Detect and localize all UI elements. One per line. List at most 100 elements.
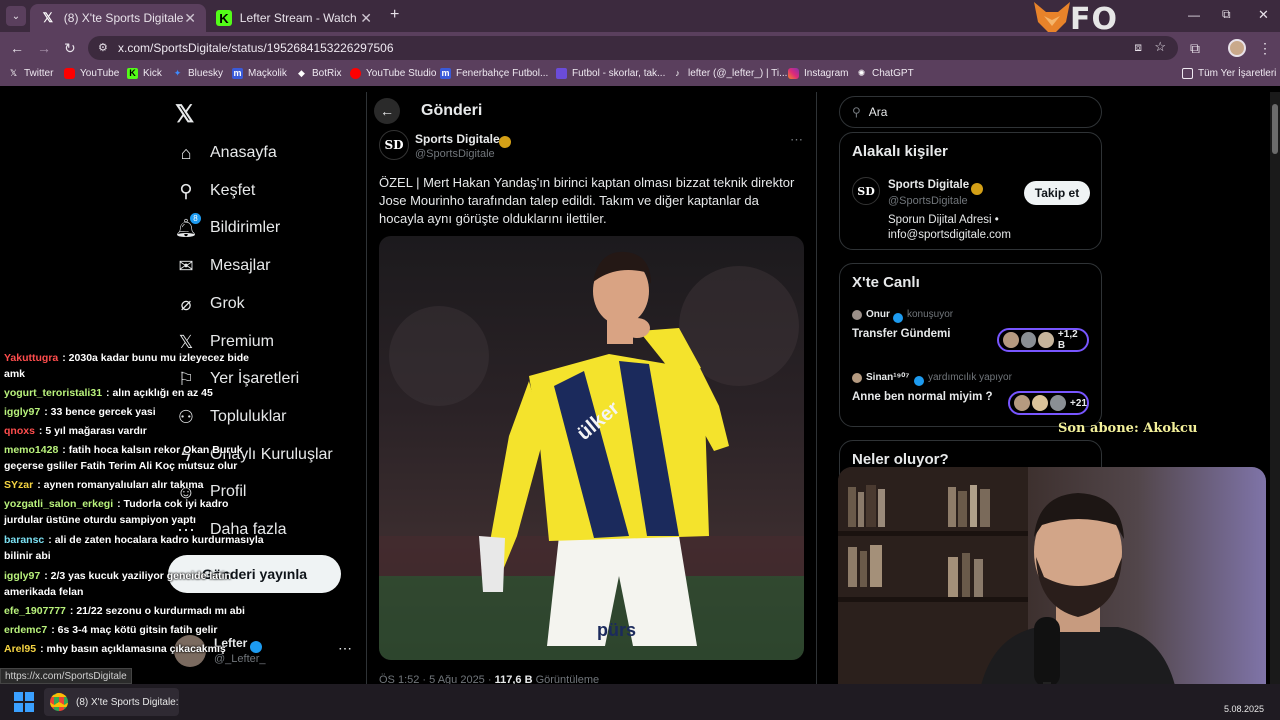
back-icon[interactable]: ← [10, 40, 24, 56]
taskbar-chrome-app[interactable]: (8) X'te Sports Digitale: [44, 688, 179, 716]
x-logo-icon[interactable]: 𝕏 [175, 100, 194, 129]
bookmark-fenerbahce[interactable]: m Fenerbahçe Futbol... [440, 68, 548, 79]
post-time[interactable]: ÖS 1:52 · 5 Ağu 2025 · [379, 674, 492, 684]
all-bookmarks[interactable]: Tüm Yer İşaretleri [1182, 68, 1276, 79]
chat-username[interactable]: iggly97 [4, 570, 40, 582]
bookmark-instagram[interactable]: Instagram [788, 68, 848, 79]
card-title: Alakalı kişiler [852, 143, 948, 160]
avatar[interactable]: SD [852, 177, 880, 205]
fenerbahce-icon: m [440, 68, 451, 79]
avatar [1014, 395, 1030, 411]
avatar [1003, 332, 1019, 348]
profile-avatar[interactable] [1228, 39, 1246, 57]
site-info-icon[interactable]: ⚙ [98, 41, 108, 54]
live-space-1[interactable]: Onur konuşuyor Transfer Gündemi +1,2 B [840, 306, 1101, 356]
chat-username[interactable]: yozgatli_salon_erkegi [4, 498, 113, 510]
search-icon: ⚲ [852, 105, 861, 119]
bookmark-bluesky[interactable]: ✦ Bluesky [172, 68, 223, 79]
post-image[interactable]: ülker pürs [379, 236, 804, 660]
nav-home[interactable]: ⌂ Anasayfa [175, 135, 277, 171]
reload-icon[interactable]: ↻ [64, 40, 76, 57]
extensions-icon[interactable]: ⧉ [1190, 40, 1200, 57]
nav-messages[interactable]: ✉ Mesajlar [175, 248, 270, 284]
new-tab-button[interactable]: + [390, 6, 399, 24]
related-people-card: Alakalı kişiler SD Sports Digitale @Spor… [839, 132, 1102, 250]
bookmark-kick[interactable]: K Kick [127, 68, 162, 79]
verified-badge-icon [250, 640, 262, 653]
minimize-button[interactable]: — [1188, 8, 1200, 22]
windows-start-icon[interactable] [14, 692, 34, 712]
search-icon: ⚲ [179, 180, 193, 201]
bookmark-tiktok[interactable]: ♪ lefter (@_lefter_) | Ti... [672, 68, 787, 79]
chat-username[interactable]: efe_1907777 [4, 605, 66, 617]
chat-username[interactable]: Yakuttugra [4, 352, 58, 364]
page-title: Gönderi [421, 102, 483, 119]
forward-icon[interactable]: → [37, 40, 51, 56]
post-author-handle[interactable]: @SportsDigitale [415, 148, 495, 160]
bookmark-youtube[interactable]: YouTube [64, 68, 119, 79]
clock-date[interactable]: 5.08.2025 [1224, 704, 1264, 714]
close-icon[interactable]: ✕ [184, 10, 196, 27]
nav-grok[interactable]: ⌀ Grok [175, 286, 245, 322]
tab-x-post[interactable]: 𝕏 (8) X'te Sports Digitale: "ÖZEL | ✕ [30, 4, 206, 32]
follow-button[interactable]: Takip et [1024, 181, 1090, 205]
chat-username[interactable]: qnoxs [4, 425, 35, 437]
scrollbar-thumb[interactable] [1272, 104, 1278, 154]
post-author-name[interactable]: Sports Digitale [415, 132, 500, 146]
notification-badge: 8 [190, 213, 201, 224]
status-url: https://x.com/SportsDigitale [0, 668, 132, 684]
bookmark-twitter[interactable]: 𝕏 Twitter [8, 68, 54, 79]
taskbar: (8) X'te Sports Digitale: 5.08.2025 [0, 684, 1280, 720]
card-title: Neler oluyor? [852, 451, 949, 468]
back-arrow-icon[interactable]: ← [374, 98, 400, 124]
chat-text: amk [4, 368, 26, 380]
close-icon[interactable]: ✕ [360, 10, 372, 27]
window-close-button[interactable]: ✕ [1258, 7, 1269, 23]
youtube-studio-icon [350, 68, 361, 79]
scrollbar[interactable] [1270, 92, 1280, 684]
bookmark-botrix[interactable]: ◆ BotRix [296, 68, 341, 79]
avatar [1050, 395, 1066, 411]
youtube-icon [64, 68, 75, 79]
chat-message: efe_1907777: 21/22 sezonu o kurdurmadı m… [4, 605, 245, 617]
related-handle: @SportsDigitale [888, 195, 968, 207]
chat-username[interactable]: yogurt_teroristali31 [4, 387, 102, 399]
menu-kebab-icon[interactable]: ⋮ [1258, 40, 1272, 57]
nav-notifications[interactable]: 🔔︎ 8 Bildirimler [175, 210, 280, 246]
chat-username[interactable]: Arel95 [4, 643, 36, 655]
bookmark-futbol-skorlar[interactable]: Futbol - skorlar, tak... [556, 68, 665, 79]
communities-icon: ⚇ [177, 406, 195, 427]
bookmark-star-icon[interactable]: ☆ [1154, 39, 1166, 55]
maximize-button[interactable]: ⧉ [1222, 7, 1231, 22]
nav-explore[interactable]: ⚲ Keşfet [175, 173, 255, 209]
tab-kick-stream[interactable]: K Lefter Stream - Watch Live on K ✕ [206, 4, 382, 32]
url-bar[interactable]: ⚙ x.com/SportsDigitale/status/1952684153… [88, 36, 1178, 60]
nav-communities[interactable]: ⚇ Topluluklar [175, 399, 287, 435]
related-name[interactable]: Sports Digitale [888, 179, 969, 191]
post-author-avatar[interactable]: SD [379, 130, 409, 160]
chat-text: jurdular üstüne oturdu sampiyon yaptı [4, 514, 196, 526]
more-icon[interactable]: ⋯ [338, 640, 352, 657]
chat-text: : fatih hoca kalsın rekor Okan Buruk [62, 444, 243, 456]
chat-username[interactable]: erdemc7 [4, 624, 47, 636]
post-more-icon[interactable]: ⋯ [790, 132, 803, 148]
last-subscriber-label: Son abone: Akokcu [1058, 421, 1198, 436]
bell-icon: 🔔︎ 8 [175, 213, 201, 239]
mail-icon: ✉ [178, 255, 194, 276]
avatar [852, 373, 862, 383]
chat-message: qnoxs: 5 yıl mağarası vardır [4, 425, 147, 437]
search-input[interactable]: ⚲ Ara [839, 96, 1102, 128]
live-space-2[interactable]: Sinan¹⁹⁰⁷ yardımcılık yapıyor Anne ben n… [840, 369, 1101, 419]
tab-search-button[interactable]: ⌄ [6, 6, 26, 26]
bookmark-youtube-studio[interactable]: YouTube Studio [350, 68, 436, 79]
chat-username[interactable]: baransc [4, 534, 44, 546]
bookmark-mackolik[interactable]: m Maçkolik [232, 68, 287, 79]
chat-message: baransc: ali de zaten hocalara kadro kur… [4, 534, 264, 546]
chat-username[interactable]: memo1428 [4, 444, 58, 456]
install-app-icon[interactable]: ⧈ [1134, 40, 1142, 55]
bookmark-chatgpt[interactable]: ✺ ChatGPT [856, 68, 914, 79]
chat-username[interactable]: SYzar [4, 479, 33, 491]
live-title: Anne ben normal miyim ? [852, 391, 993, 403]
chat-text: : 2030a kadar bunu mu izleyecez bide [62, 352, 250, 364]
chat-username[interactable]: iggly97 [4, 406, 40, 418]
